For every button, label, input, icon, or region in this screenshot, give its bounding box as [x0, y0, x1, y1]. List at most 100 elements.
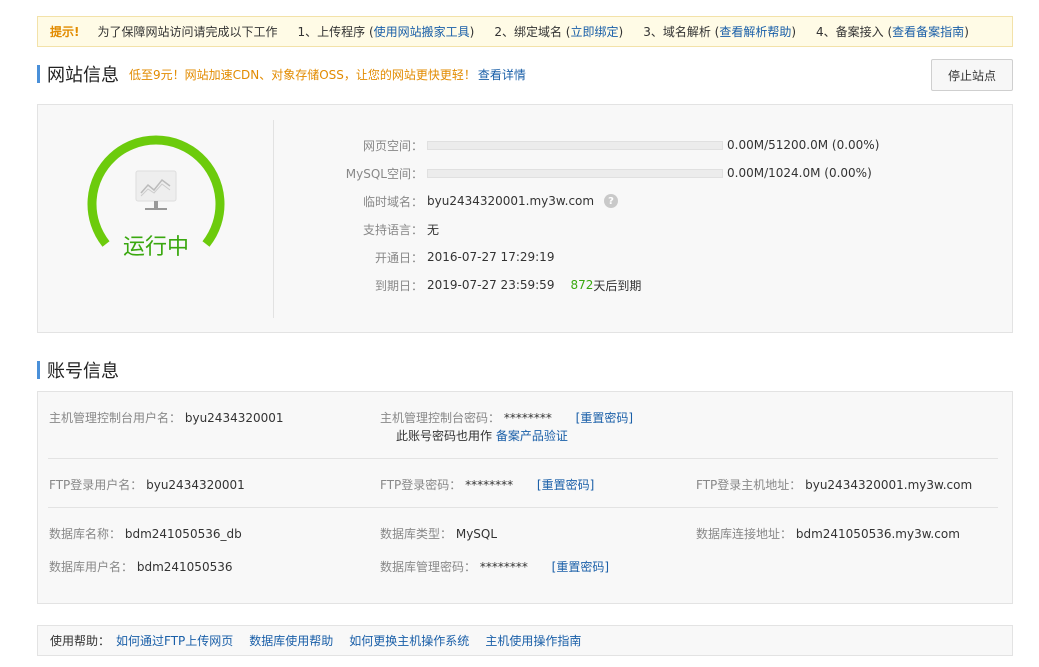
tip-step-end: ) — [964, 25, 969, 39]
expire-date-value: 2019-07-27 23:59:59 — [427, 278, 555, 292]
languages-label: 支持语言： — [362, 222, 423, 237]
web-space-value: 0.00M/51200.0M (0.00%) — [727, 138, 880, 152]
console-username-label: 主机管理控制台用户名： — [49, 411, 182, 425]
db-username-value: bdm241050536 — [136, 560, 233, 574]
divider — [48, 458, 998, 459]
site-info-header: 网站信息 低至9元！网站加速CDN、对象存储OSS，让您的网站更快更轻！ 查看详… — [37, 63, 526, 86]
dns-help-link[interactable]: 查看解析帮助 — [719, 25, 791, 39]
ftp-host-value: byu2434320001.my3w.com — [805, 478, 973, 492]
mysql-space-row: MySQL空间： 0.00M/1024.0M (0.00%) — [283, 163, 872, 183]
web-space-row: 网页空间： 0.00M/51200.0M (0.00%) — [283, 135, 879, 155]
tip-step-text: 1、上传程序 ( — [297, 25, 374, 39]
account-info-panel: 主机管理控制台用户名： byu2434320001 主机管理控制台密码： ***… — [37, 391, 1013, 604]
tip-label: 提示! — [50, 25, 80, 39]
tip-step-upload: 1、上传程序 (使用网站搬家工具) — [298, 23, 475, 40]
console-password: 主机管理控制台密码： ******** [重置密码] — [380, 409, 633, 426]
console-password-value: ******** — [503, 411, 552, 425]
mysql-space-label: MySQL空间： — [345, 166, 423, 181]
db-host-label: 数据库连接地址： — [696, 527, 793, 541]
db-username: 数据库用户名： bdm241050536 — [49, 558, 232, 575]
db-type-value: MySQL — [455, 527, 498, 541]
tip-step-text: 2、绑定域名 ( — [494, 25, 571, 39]
divider — [48, 507, 998, 508]
section-accent-bar — [37, 361, 40, 379]
icp-guide-link[interactable]: 查看备案指南 — [892, 25, 964, 39]
tip-step-text: 4、备案接入 ( — [816, 25, 893, 39]
site-move-tool-link[interactable]: 使用网站搬家工具 — [374, 25, 470, 39]
help-bar: 使用帮助： 如何通过FTP上传网页 数据库使用帮助 如何更换主机操作系统 主机使… — [37, 625, 1013, 656]
db-name-value: bdm241050536_db — [124, 527, 242, 541]
temp-domain-value: byu2434320001.my3w.com — [427, 194, 595, 208]
stop-site-button[interactable]: 停止站点 — [931, 59, 1013, 91]
console-username-value: byu2434320001 — [184, 411, 284, 425]
mysql-space-value: 0.00M/1024.0M (0.00%) — [727, 166, 872, 180]
db-password: 数据库管理密码： ******** [重置密码] — [380, 558, 609, 575]
expire-date-row: 到期日： 2019-07-27 23:59:59 872 天后到期 — [283, 275, 641, 295]
promo-details-link[interactable]: 查看详情 — [478, 66, 526, 83]
days-remaining: 872 — [570, 278, 594, 292]
ftp-host: FTP登录主机地址： byu2434320001.my3w.com — [696, 476, 972, 493]
tip-step-bind-domain: 2、绑定域名 (立即绑定) — [494, 23, 623, 40]
account-info-title: 账号信息 — [47, 361, 119, 382]
monitor-icon — [135, 170, 177, 210]
help-link-host-guide[interactable]: 主机使用操作指南 — [485, 632, 581, 649]
db-name-label: 数据库名称： — [49, 527, 122, 541]
open-date-value: 2016-07-27 17:29:19 — [427, 250, 555, 264]
languages-value: 无 — [427, 222, 440, 237]
db-name: 数据库名称： bdm241050536_db — [49, 525, 242, 542]
db-host: 数据库连接地址： bdm241050536.my3w.com — [696, 525, 960, 542]
days-suffix: 天后到期 — [593, 278, 642, 293]
tip-step-text: 3、域名解析 ( — [643, 25, 720, 39]
tip-intro: 为了保障网站访问请完成以下工作 — [97, 25, 278, 39]
db-host-value: bdm241050536.my3w.com — [795, 527, 960, 541]
tip-step-icp: 4、备案接入 (查看备案指南) — [816, 23, 969, 40]
site-info-title: 网站信息 — [47, 65, 119, 86]
reset-console-password-button[interactable]: [重置密码] — [576, 411, 633, 425]
bind-now-link[interactable]: 立即绑定 — [570, 25, 618, 39]
console-username: 主机管理控制台用户名： byu2434320001 — [49, 409, 284, 426]
mysql-space-progress — [427, 168, 723, 178]
reset-db-password-button[interactable]: [重置密码] — [552, 560, 609, 574]
open-date-row: 开通日： 2016-07-27 17:29:19 — [283, 247, 554, 267]
ftp-password-value: ******** — [465, 478, 514, 492]
ftp-password: FTP登录密码： ******** [重置密码] — [380, 476, 594, 493]
promo-text: 低至9元！网站加速CDN、对象存储OSS，让您的网站更快更轻！ — [129, 67, 476, 82]
help-link-change-os[interactable]: 如何更换主机操作系统 — [349, 632, 469, 649]
tip-step-end: ) — [618, 25, 624, 39]
help-label: 使用帮助： — [50, 634, 111, 648]
help-link-database[interactable]: 数据库使用帮助 — [249, 632, 333, 649]
ftp-password-label: FTP登录密码： — [380, 478, 462, 492]
ftp-username: FTP登录用户名： byu2434320001 — [49, 476, 245, 493]
web-space-label: 网页空间： — [362, 138, 423, 153]
expire-date-label: 到期日： — [374, 278, 423, 293]
tip-step-end: ) — [791, 25, 797, 39]
ftp-username-value: byu2434320001 — [146, 478, 245, 492]
tip-step-dns: 3、域名解析 (查看解析帮助) — [643, 23, 796, 40]
question-icon[interactable]: ? — [604, 194, 619, 208]
reset-ftp-password-button[interactable]: [重置密码] — [537, 478, 594, 492]
site-info-panel: 运行中 网页空间： 0.00M/51200.0M (0.00%) MySQL空间… — [37, 104, 1013, 333]
section-accent-bar — [37, 65, 40, 83]
tip-step-end: ) — [469, 25, 475, 39]
db-username-label: 数据库用户名： — [49, 560, 134, 574]
tip-bar: 提示! 为了保障网站访问请完成以下工作 1、上传程序 (使用网站搬家工具) 2、… — [37, 16, 1013, 47]
help-link-ftp-upload[interactable]: 如何通过FTP上传网页 — [116, 632, 233, 649]
console-note-text: 此账号密码也用作 — [396, 429, 493, 443]
site-status: 运行中 — [122, 235, 189, 260]
open-date-label: 开通日： — [374, 250, 423, 265]
db-type-label: 数据库类型： — [380, 527, 453, 541]
panel-divider — [273, 120, 274, 318]
db-type: 数据库类型： MySQL — [380, 525, 497, 542]
console-password-label: 主机管理控制台密码： — [380, 411, 501, 425]
languages-row: 支持语言： 无 — [283, 219, 439, 239]
db-password-value: ******** — [479, 560, 528, 574]
account-info-header: 账号信息 — [37, 359, 119, 382]
temp-domain-row: 临时域名： byu2434320001.my3w.com ? — [283, 191, 619, 211]
icp-verify-link[interactable]: 备案产品验证 — [496, 429, 568, 443]
temp-domain-label: 临时域名： — [362, 194, 423, 209]
db-password-label: 数据库管理密码： — [380, 560, 477, 574]
console-password-note: 此账号密码也用作 备案产品验证 — [396, 427, 568, 444]
web-space-progress — [427, 140, 723, 150]
ftp-host-label: FTP登录主机地址： — [696, 478, 802, 492]
ftp-username-label: FTP登录用户名： — [49, 478, 143, 492]
